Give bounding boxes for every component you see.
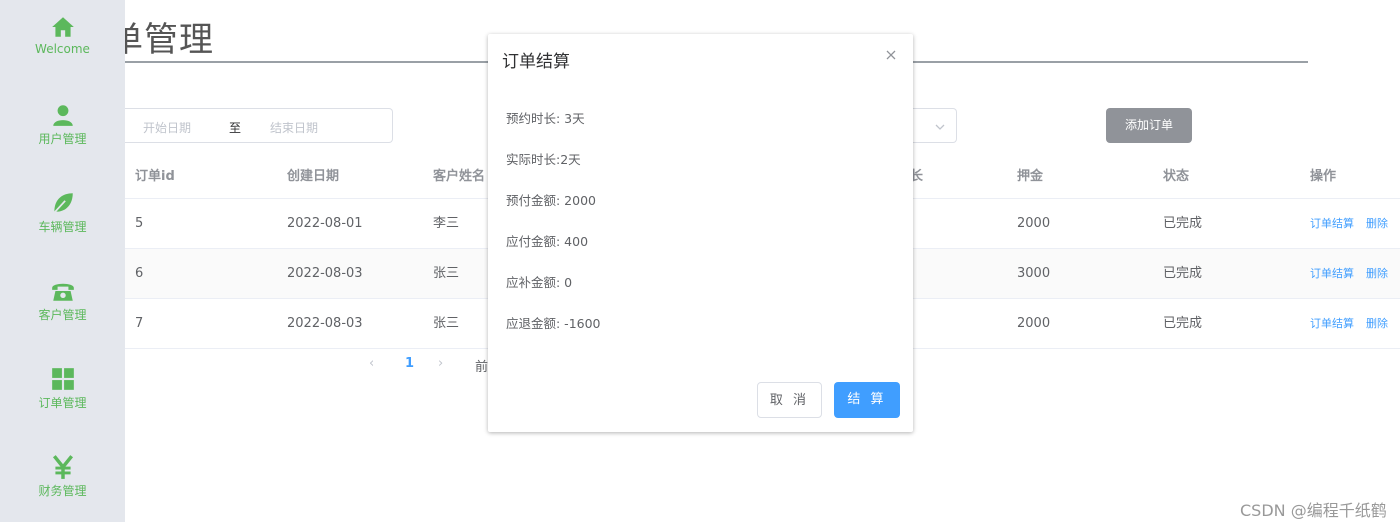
prev-page-button[interactable]: ‹ [369,356,374,371]
phone-icon [51,283,74,301]
status-cell: 已完成 [1163,216,1203,231]
settle-order-link[interactable]: 订单结算 [1310,267,1354,280]
order-id-cell: 6 [135,266,144,281]
status-cell: 已完成 [1163,266,1203,281]
refund-amount-line: 应退金额: -1600 [506,316,601,331]
created-date-cell: 2022-08-01 [287,216,363,231]
settle-order-link[interactable]: 订单结算 [1310,317,1354,330]
sidebar-item-label: 财务管理 [38,484,87,498]
order-id-cell: 5 [135,216,144,231]
customer-name-cell: 李三 [433,216,460,231]
delete-order-link[interactable]: 删除 [1366,317,1388,330]
created-date-cell: 2022-08-03 [287,316,363,331]
sidebar-item-vehicles[interactable]: 车辆管理 [0,190,125,250]
sidebar-item-customers[interactable]: 客户管理 [0,278,125,338]
sidebar-item-users[interactable]: 用户管理 [0,102,125,162]
watermark: CSDN @编程千纸鹤 [1240,501,1387,520]
delete-order-link[interactable]: 删除 [1366,217,1388,230]
column-header: 押金 [1017,169,1044,184]
column-header: 操作 [1310,169,1337,184]
actions-cell: 订单结算 删除 [1310,299,1400,349]
sidebar: Welcome 用户管理 车辆管理 客户管理 订单管理 财务管理 [0,0,125,522]
order-id-cell: 7 [135,316,144,331]
sidebar-item-label: Welcome [35,42,90,56]
goto-page-label: 前 [475,360,489,375]
deposit-cell: 2000 [1017,216,1051,231]
supplement-amount-line: 应补金额: 0 [506,275,573,290]
page-title-text: 管理 [144,20,214,60]
sidebar-item-label: 车辆管理 [38,220,87,234]
column-header: 创建日期 [287,169,340,184]
created-date-cell: 2022-08-03 [287,266,363,281]
chevron-down-icon [935,124,945,130]
close-icon[interactable] [884,48,898,62]
customer-name-cell: 张三 [433,266,460,281]
sidebar-item-finance[interactable]: 财务管理 [0,454,125,514]
column-header: 状态 [1163,169,1190,184]
page-number-1[interactable]: 1 [405,356,414,371]
page-title-clipped-char: 单 [125,20,144,60]
booked-duration-line: 预约时长: 3天 [506,111,585,126]
deposit-cell: 3000 [1017,266,1051,281]
order-settlement-dialog: 订单结算 预约时长: 3天 实际时长:2天 预付金额: 2000 应付金额: 4… [488,34,913,432]
grid-icon [51,368,74,390]
actions-cell: 订单结算 删除 [1310,199,1400,249]
sidebar-item-label: 用户管理 [38,132,87,146]
settle-button[interactable]: 结 算 [834,382,900,418]
dialog-title: 订单结算 [502,52,570,72]
cancel-button[interactable]: 取 消 [757,382,822,418]
page-title: 单管理 [125,12,214,61]
column-header: 订单id [135,169,175,184]
actions-cell: 订单结算 删除 [1310,249,1400,299]
next-page-button[interactable]: › [438,356,443,371]
prepaid-amount-line: 预付金额: 2000 [506,193,596,208]
column-header: 客户姓名 [433,169,486,184]
status-cell: 已完成 [1163,316,1203,331]
delete-order-link[interactable]: 删除 [1366,267,1388,280]
actual-duration-line: 实际时长:2天 [506,152,581,167]
end-date-input[interactable]: 结束日期 [270,119,318,136]
date-range-picker[interactable]: 开始日期 至 结束日期 [125,108,393,143]
yen-icon [52,455,73,479]
sidebar-item-welcome[interactable]: Welcome [0,14,125,74]
start-date-input[interactable]: 开始日期 [143,119,191,136]
range-separator: 至 [229,121,242,135]
customer-name-cell: 张三 [433,316,460,331]
add-order-button[interactable]: 添加订单 [1106,108,1192,143]
user-icon [52,105,73,126]
settle-order-link[interactable]: 订单结算 [1310,217,1354,230]
sidebar-item-label: 订单管理 [38,396,87,410]
leaf-icon [52,193,73,215]
sidebar-item-orders[interactable]: 订单管理 [0,366,125,426]
deposit-cell: 2000 [1017,316,1051,331]
sidebar-item-label: 客户管理 [38,308,87,322]
payable-amount-line: 应付金额: 400 [506,234,589,249]
home-icon [51,17,74,37]
